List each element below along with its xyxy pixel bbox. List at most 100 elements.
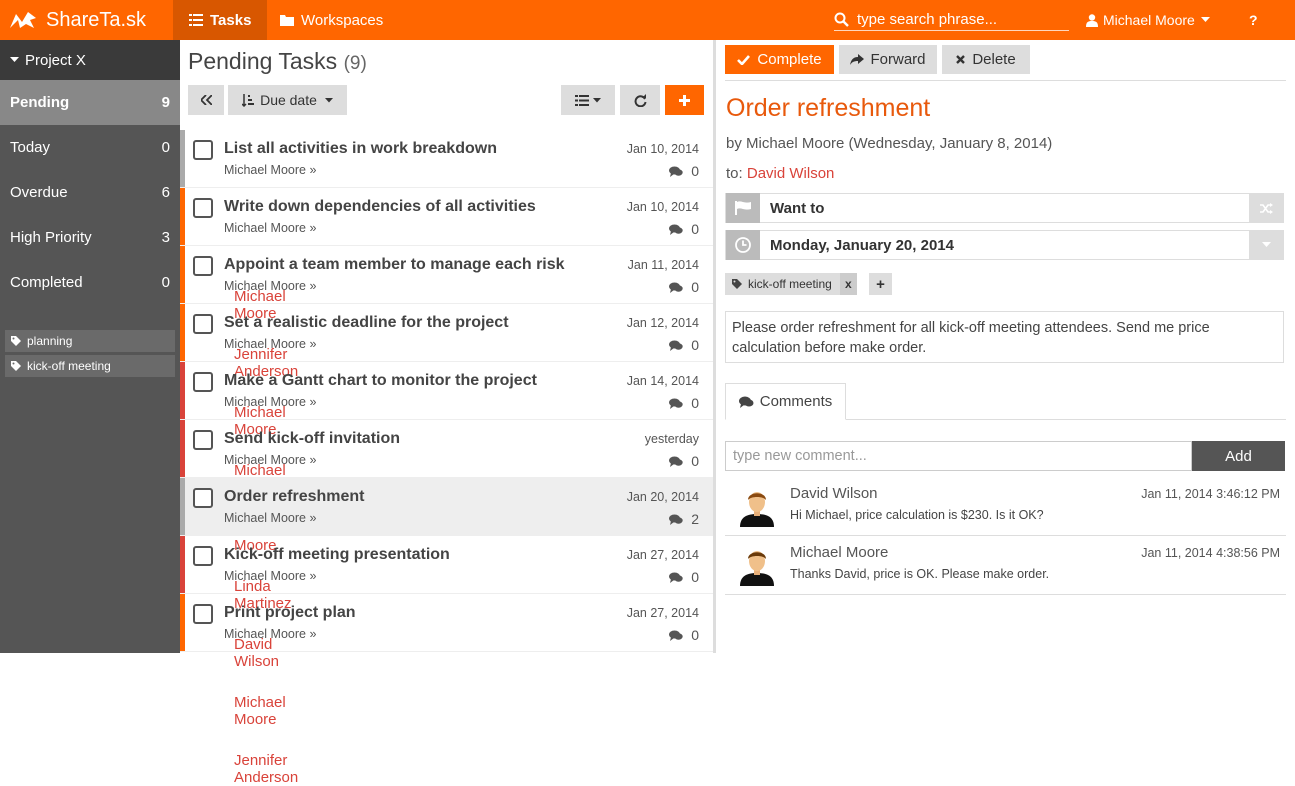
- comment-input[interactable]: type new comment...: [725, 441, 1192, 471]
- task-from: Michael Moore »: [224, 511, 317, 525]
- due-date-dropdown[interactable]: [1249, 230, 1283, 260]
- priority-field[interactable]: Want to: [725, 193, 1284, 223]
- divider: [725, 80, 1286, 81]
- task-checkbox[interactable]: [193, 372, 213, 392]
- task-people: Michael Moore » Jennifer Anderson: [224, 627, 316, 786]
- sort-dropdown[interactable]: Due date: [228, 85, 347, 115]
- sidebar-tag-planning[interactable]: planning: [5, 330, 175, 352]
- task-title[interactable]: Send kick-off invitation: [224, 430, 400, 448]
- comments-icon: [669, 398, 683, 409]
- task-title[interactable]: Make a Gantt chart to monitor the projec…: [224, 372, 537, 390]
- sidebar-item-count: 0: [161, 274, 170, 291]
- task-title[interactable]: List all activities in work breakdown: [224, 140, 497, 158]
- assignee-label: to:: [726, 165, 743, 182]
- collapse-button[interactable]: [188, 85, 224, 115]
- nav-tasks[interactable]: Tasks: [173, 0, 268, 40]
- add-comment-button[interactable]: Add: [1192, 441, 1285, 471]
- task-comment-count: 0: [669, 163, 699, 179]
- task-row[interactable]: Order refreshment Michael Moore » David W…: [180, 478, 713, 670]
- sidebar-item-high-priority[interactable]: High Priority 3: [0, 215, 180, 260]
- help-button[interactable]: ?: [1249, 0, 1258, 40]
- task-row[interactable]: Set a realistic deadline for the project…: [180, 304, 713, 496]
- task-checkbox[interactable]: [193, 488, 213, 508]
- task-people: Michael Moore » Michael Moore: [224, 395, 316, 554]
- user-icon: [1086, 13, 1098, 27]
- task-title[interactable]: Appoint a team member to manage each ris…: [224, 256, 565, 274]
- list-title: Pending Tasks: [188, 48, 338, 74]
- project-selector[interactable]: Project X: [0, 40, 180, 80]
- task-title[interactable]: Kick-off meeting presentation: [224, 546, 450, 564]
- app-brand[interactable]: ShareTa.sk: [8, 0, 146, 40]
- sidebar-item-completed[interactable]: Completed 0: [0, 260, 180, 305]
- caret-down-icon: [593, 97, 601, 102]
- task-title[interactable]: Set a realistic deadline for the project: [224, 314, 509, 332]
- due-date-field[interactable]: Monday, January 20, 2014: [725, 230, 1284, 260]
- clock-icon: [726, 230, 760, 260]
- task-checkbox[interactable]: [193, 430, 213, 450]
- tag-label: planning: [27, 334, 73, 348]
- nav-workspaces-label: Workspaces: [301, 11, 384, 29]
- comment-time: Jan 11, 2014 3:46:12 PM: [1141, 487, 1280, 501]
- tag-label: kick-off meeting: [27, 359, 111, 373]
- task-date: Jan 12, 2014: [626, 316, 699, 330]
- task-people: Michael Moore » Michael Moore: [224, 163, 316, 322]
- task-row[interactable]: Make a Gantt chart to monitor the projec…: [180, 362, 713, 554]
- comment-item: David Wilson Jan 11, 2014 3:46:12 PM Hi …: [725, 477, 1286, 536]
- comments-icon: [669, 572, 683, 583]
- comment-placeholder: type new comment...: [733, 448, 867, 464]
- task-to[interactable]: Michael Moore: [234, 694, 316, 728]
- task-people: Michael Moore » Linda Martinez: [224, 453, 316, 612]
- sidebar-item-count: 3: [161, 229, 170, 246]
- task-tag[interactable]: kick-off meeting x: [725, 273, 857, 295]
- comment-time: Jan 11, 2014 4:38:56 PM: [1141, 546, 1280, 560]
- forward-button[interactable]: Forward: [839, 45, 937, 74]
- task-date: Jan 14, 2014: [626, 374, 699, 388]
- logo-icon: [10, 12, 36, 28]
- sidebar-item-overdue[interactable]: Overdue 6: [0, 170, 180, 215]
- task-description[interactable]: Please order refreshment for all kick-of…: [725, 311, 1284, 363]
- shuffle-button[interactable]: [1249, 193, 1283, 223]
- comment-author: Michael Moore: [790, 544, 889, 561]
- search-input[interactable]: type search phrase...: [834, 8, 1069, 31]
- sidebar-item-label: Overdue: [10, 184, 68, 201]
- task-to[interactable]: Jennifer Anderson: [234, 752, 316, 786]
- task-status-bar: [180, 478, 185, 535]
- refresh-button[interactable]: [620, 85, 660, 115]
- task-comment-count: 0: [669, 453, 699, 469]
- tab-comments[interactable]: Comments: [725, 383, 846, 420]
- task-row[interactable]: Send kick-off invitation Michael Moore » …: [180, 420, 713, 612]
- task-row[interactable]: Write down dependencies of all activitie…: [180, 188, 713, 380]
- add-tag-button[interactable]: +: [869, 273, 892, 295]
- nav-workspaces[interactable]: Workspaces: [264, 0, 399, 40]
- search-placeholder: type search phrase...: [857, 10, 998, 28]
- assignee-link[interactable]: David Wilson: [747, 165, 835, 182]
- add-task-button[interactable]: [665, 85, 704, 115]
- task-detail-panel: Complete Forward Delete Order refreshmen…: [716, 40, 1295, 653]
- user-name: Michael Moore: [1103, 12, 1195, 28]
- comment-count: 0: [691, 163, 699, 179]
- task-row[interactable]: List all activities in work breakdown Mic…: [180, 130, 713, 322]
- complete-button[interactable]: Complete: [725, 45, 834, 74]
- task-checkbox[interactable]: [193, 140, 213, 160]
- task-row[interactable]: Appoint a team member to manage each ris…: [180, 246, 713, 438]
- task-checkbox[interactable]: [193, 256, 213, 276]
- task-title[interactable]: Print project plan: [224, 604, 356, 622]
- task-row[interactable]: Print project plan Michael Moore » Jennif…: [180, 594, 713, 786]
- delete-button[interactable]: Delete: [942, 45, 1030, 74]
- task-title[interactable]: Write down dependencies of all activitie…: [224, 198, 536, 216]
- task-checkbox[interactable]: [193, 198, 213, 218]
- task-checkbox[interactable]: [193, 604, 213, 624]
- task-title[interactable]: Order refreshment: [224, 488, 365, 506]
- sidebar-item-label: Pending: [10, 94, 70, 111]
- view-mode-dropdown[interactable]: [561, 85, 615, 115]
- task-checkbox[interactable]: [193, 314, 213, 334]
- sidebar-item-pending[interactable]: Pending 9: [0, 80, 180, 125]
- shuffle-icon: [1259, 202, 1273, 214]
- sidebar-tag-kick-off-meeting[interactable]: kick-off meeting: [5, 355, 175, 377]
- user-menu[interactable]: Michael Moore: [1086, 0, 1210, 40]
- sidebar-item-today[interactable]: Today 0: [0, 125, 180, 170]
- task-row[interactable]: Kick-off meeting presentation Michael Moo…: [180, 536, 713, 728]
- list-icon: [189, 14, 203, 26]
- remove-tag-button[interactable]: x: [839, 273, 857, 295]
- task-checkbox[interactable]: [193, 546, 213, 566]
